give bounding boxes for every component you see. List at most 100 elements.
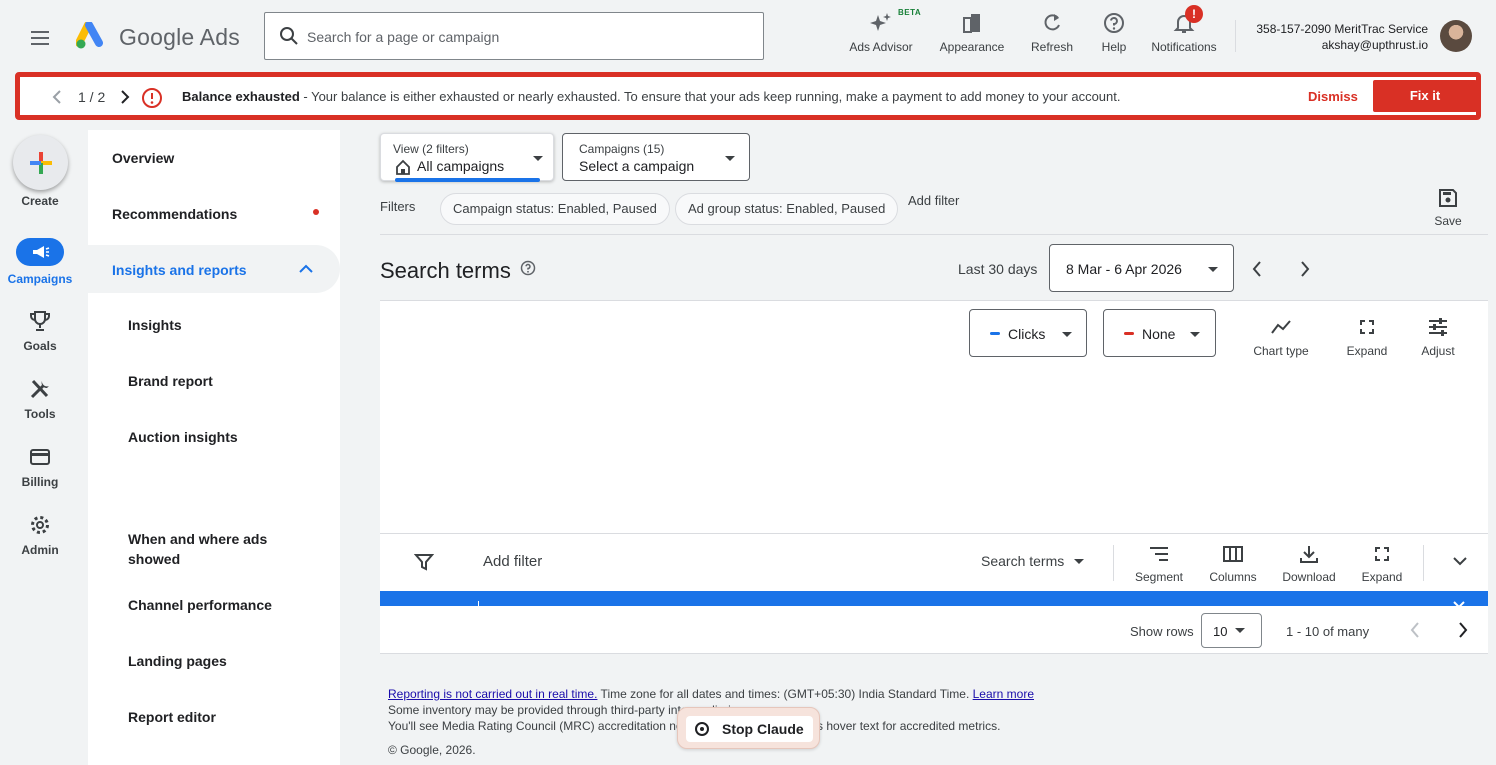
beta-badge: BETA (898, 8, 922, 17)
rows-value: 10 (1213, 624, 1228, 639)
refresh-icon (1024, 10, 1080, 36)
date-range-label: Last 30 days (958, 261, 1038, 277)
notifications-button[interactable]: Notifications (1146, 10, 1222, 54)
goals-label: Goals (23, 339, 57, 353)
chart-type-button[interactable]: Chart type (1246, 316, 1316, 358)
realtime-link[interactable]: Reporting is not carried out in real tim… (388, 687, 597, 701)
table-expand-label: Expand (1361, 570, 1403, 584)
campaign-selector[interactable]: Campaigns (15) Select a campaign (562, 133, 750, 181)
add-filter-button[interactable]: Add filter (908, 193, 959, 208)
date-range-selector[interactable]: 8 Mar - 6 Apr 2026 (1049, 244, 1234, 292)
nav-when-where[interactable]: When and where ads showed (128, 529, 308, 569)
date-range-value: 8 Mar - 6 Apr 2026 (1066, 261, 1182, 277)
chevron-left-icon[interactable] (1250, 260, 1264, 278)
dropdown-arrow-icon (1190, 332, 1200, 337)
chart-adjust-button[interactable]: Adjust (1413, 316, 1463, 358)
rail-campaigns[interactable]: Campaigns (0, 238, 80, 286)
columns-button[interactable]: Columns (1203, 543, 1263, 584)
help-circle-icon[interactable] (520, 260, 536, 276)
nav-insights[interactable]: Insights (128, 315, 182, 335)
dismiss-button[interactable]: Dismiss (1308, 89, 1358, 104)
nav-brand-report[interactable]: Brand report (128, 371, 213, 391)
show-rows-label: Show rows (1130, 624, 1194, 639)
download-label: Download (1282, 570, 1336, 584)
notification-dot (313, 209, 319, 215)
stop-claude-button[interactable]: Stop Claude (677, 707, 820, 749)
rail-tools[interactable]: Tools (0, 377, 80, 421)
nav-insights-label[interactable]: Insights and reports (112, 262, 247, 278)
rows-per-page-select[interactable]: 10 (1201, 613, 1262, 648)
alert-body: - Your balance is either exhausted or ne… (299, 89, 1121, 104)
save-button[interactable]: Save (1430, 188, 1466, 228)
home-icon (395, 159, 411, 175)
account-email[interactable]: akshay@upthrust.io (1240, 38, 1428, 52)
fix-it-button[interactable]: Fix it (1373, 80, 1477, 112)
series-color-swatch (1124, 332, 1134, 335)
account-id[interactable]: 358-157-2090 MeritTrac Service (1240, 22, 1428, 36)
rail-admin[interactable]: Admin (0, 513, 80, 557)
search-icon (279, 26, 299, 46)
avatar[interactable] (1440, 20, 1472, 52)
rail-billing[interactable]: Billing (0, 445, 80, 489)
filter-icon[interactable] (414, 552, 434, 572)
chevron-up-icon[interactable] (298, 262, 314, 276)
metric-selector-none[interactable]: None (1103, 309, 1216, 357)
google-ads-logo[interactable] (76, 22, 108, 50)
dropdown-arrow-icon (725, 156, 735, 161)
appearance-button[interactable]: Appearance (936, 10, 1008, 54)
billing-label: Billing (21, 475, 59, 489)
footer-line-1: Reporting is not carried out in real tim… (388, 687, 1034, 701)
error-icon (141, 87, 163, 109)
save-icon (1430, 188, 1466, 208)
columns-icon (1203, 543, 1263, 565)
nav-auction-insights[interactable]: Auction insights (128, 427, 238, 447)
nav-channel-performance[interactable]: Channel performance (128, 595, 272, 615)
app-name: Google Ads (119, 24, 240, 50)
search-terms-selector[interactable]: Search terms (981, 553, 1085, 569)
filter-chip-ad-group-status[interactable]: Ad group status: Enabled, Paused (675, 193, 899, 225)
create-button[interactable] (13, 135, 68, 190)
table-header-row (380, 591, 1488, 606)
tune-icon (1413, 316, 1463, 338)
alert-message: Balance exhausted - Your balance is eith… (182, 89, 1121, 104)
tools-label: Tools (24, 407, 56, 421)
search-input[interactable]: Search for a page or campaign (264, 12, 764, 60)
rail-goals[interactable]: Goals (0, 309, 80, 353)
dropdown-arrow-icon (1062, 332, 1072, 337)
chevron-right-icon[interactable] (1456, 621, 1470, 639)
refresh-button[interactable]: Refresh (1024, 10, 1080, 54)
table-expand-button[interactable]: Expand (1356, 543, 1408, 584)
appearance-label: Appearance (939, 40, 1005, 54)
nav-recommendations[interactable]: Recommendations (112, 206, 237, 222)
chevron-left-icon[interactable] (1408, 621, 1422, 639)
menu-icon[interactable] (28, 26, 52, 50)
chevron-down-icon[interactable] (1452, 555, 1468, 567)
chart-expand-button[interactable]: Expand (1342, 316, 1392, 358)
metric-selector-clicks[interactable]: Clicks (969, 309, 1087, 357)
create-label[interactable]: Create (0, 194, 80, 208)
chevron-right-icon[interactable] (118, 89, 132, 105)
segment-button[interactable]: Segment (1130, 543, 1188, 584)
download-button[interactable]: Download (1278, 543, 1340, 584)
view-selector[interactable]: View (2 filters) All campaigns (380, 133, 554, 182)
nav-landing-pages[interactable]: Landing pages (128, 651, 227, 671)
chevron-left-icon[interactable] (50, 89, 64, 105)
learn-more-link[interactable]: Learn more (973, 687, 1034, 701)
filter-chip-campaign-status[interactable]: Campaign status: Enabled, Paused (440, 193, 670, 225)
nav-report-editor[interactable]: Report editor (128, 707, 216, 727)
copyright: © Google, 2026. (388, 743, 476, 757)
view-small-label: View (2 filters) (393, 142, 469, 156)
columns-label: Columns (1209, 570, 1257, 584)
dropdown-arrow-icon (1208, 267, 1218, 272)
stop-icon (695, 722, 709, 736)
nav-panel: Overview Recommendations Insights and re… (88, 130, 340, 765)
table-add-filter[interactable]: Add filter (483, 553, 542, 570)
help-button[interactable]: Help (1096, 10, 1132, 54)
nav-overview[interactable]: Overview (112, 150, 174, 166)
campaigns-small-label: Campaigns (15) (579, 142, 665, 156)
view-underline (395, 178, 540, 182)
dropdown-arrow-icon (1235, 628, 1245, 633)
bell-icon (1146, 10, 1222, 36)
chevron-right-icon[interactable] (1298, 260, 1312, 278)
help-label: Help (1101, 40, 1127, 54)
